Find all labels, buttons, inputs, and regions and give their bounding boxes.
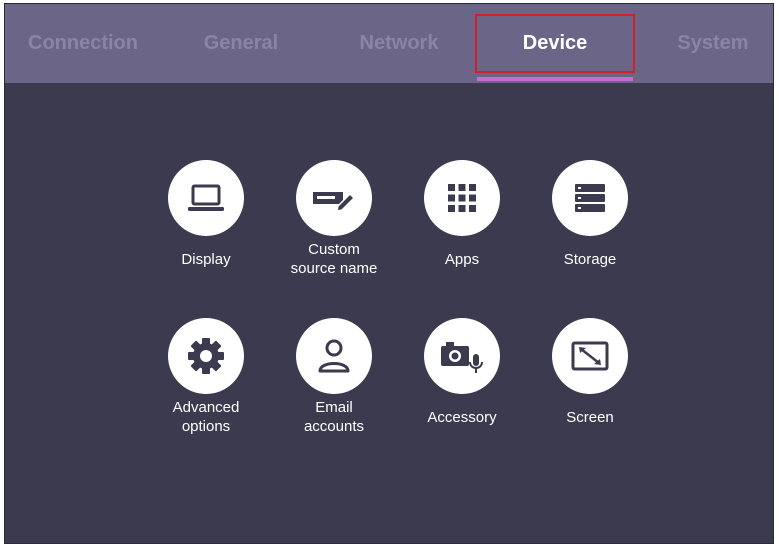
accessory-option[interactable]: Accessory: [407, 318, 517, 438]
storage-option[interactable]: Storage: [535, 160, 645, 280]
display-option[interactable]: Display: [151, 160, 261, 280]
tab-bar: Connection General Network Device System: [5, 4, 773, 83]
settings-window: Connection General Network Device System…: [4, 3, 774, 544]
tab-network[interactable]: Network: [321, 4, 477, 83]
display-label: Display: [181, 250, 231, 268]
storage-label: Storage: [563, 250, 617, 268]
advanced-options-label: Advanced options: [172, 399, 240, 435]
tab-connection[interactable]: Connection: [5, 4, 161, 83]
advanced-options-option[interactable]: Advanced options: [151, 318, 261, 438]
gear-icon: [168, 318, 244, 394]
tab-highlight-box: [475, 14, 635, 73]
apps-grid-icon: [424, 160, 500, 236]
apps-option[interactable]: Apps: [407, 160, 517, 280]
custom-source-name-option[interactable]: Custom source name: [279, 160, 389, 280]
email-accounts-option[interactable]: Email accounts: [279, 318, 389, 438]
laptop-icon: [168, 160, 244, 236]
source-rename-icon: [296, 160, 372, 236]
screen-resize-icon: [552, 318, 628, 394]
accessory-label: Accessory: [427, 408, 497, 426]
camera-mic-icon: [424, 318, 500, 394]
custom-source-name-label: Custom source name: [290, 241, 378, 277]
active-tab-indicator: [477, 77, 633, 81]
screen-option[interactable]: Screen: [535, 318, 645, 438]
user-icon: [296, 318, 372, 394]
storage-icon: [552, 160, 628, 236]
tab-system[interactable]: System: [635, 4, 773, 83]
screen-label: Screen: [566, 408, 614, 426]
tab-general[interactable]: General: [163, 4, 319, 83]
email-accounts-label: Email accounts: [303, 399, 365, 435]
apps-label: Apps: [444, 250, 480, 268]
